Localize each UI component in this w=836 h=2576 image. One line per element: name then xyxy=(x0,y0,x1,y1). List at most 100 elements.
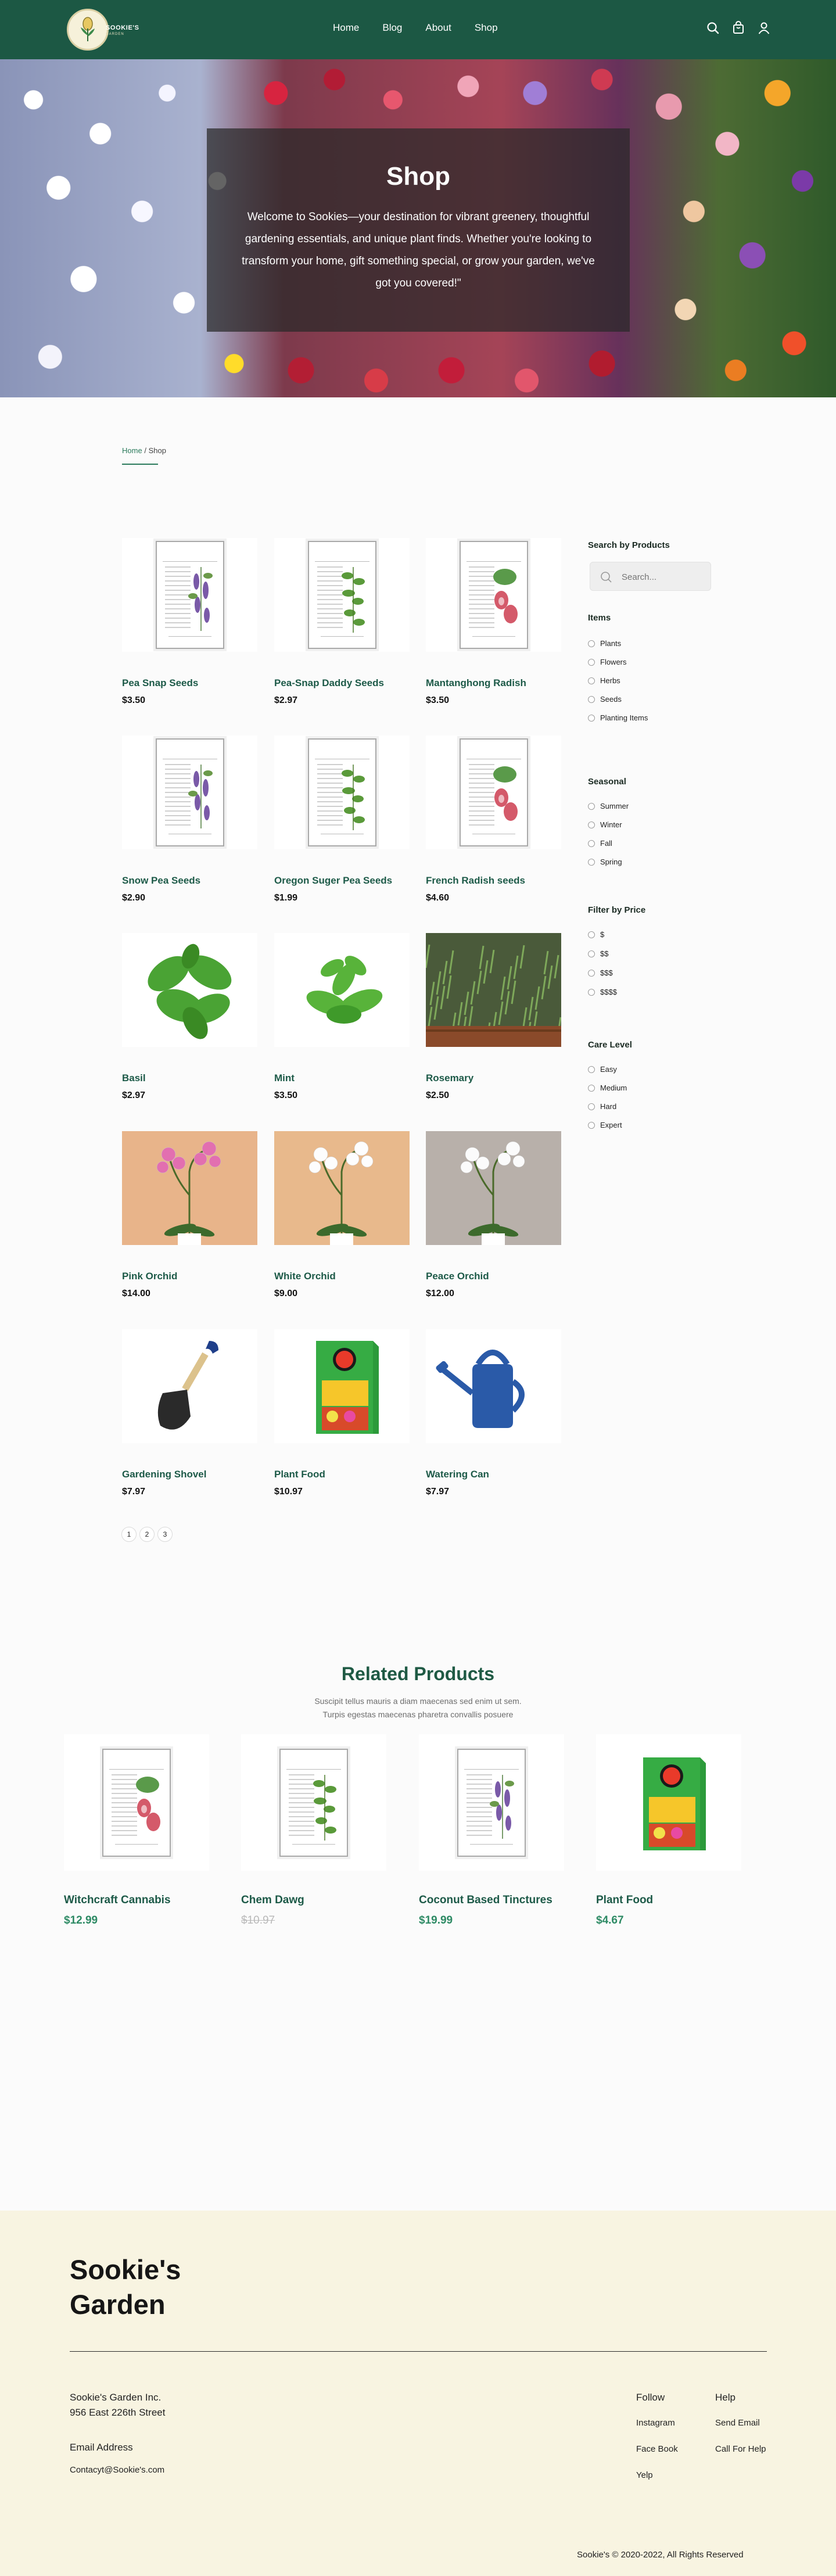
filter-option-seasonal[interactable]: Fall xyxy=(588,839,612,848)
nav-blog[interactable]: Blog xyxy=(382,22,402,34)
cart-icon[interactable] xyxy=(731,21,745,35)
related-product-image[interactable] xyxy=(64,1734,209,1871)
product-image[interactable] xyxy=(122,933,257,1047)
product-card[interactable]: Gardening Shovel $7.97 xyxy=(122,1329,257,1497)
filter-option-items[interactable]: Flowers xyxy=(588,658,627,666)
product-name[interactable]: Plant Food xyxy=(274,1469,325,1480)
product-name[interactable]: Mint xyxy=(274,1072,295,1084)
filter-option-care[interactable]: Easy xyxy=(588,1065,617,1074)
product-name[interactable]: Mantanghong Radish xyxy=(426,677,526,689)
radio-button[interactable] xyxy=(588,1065,595,1073)
product-card[interactable]: White Orchid $9.00 xyxy=(274,1131,410,1298)
radio-button[interactable] xyxy=(588,931,595,938)
product-image[interactable] xyxy=(122,1131,257,1245)
filter-option-care[interactable]: Medium xyxy=(588,1084,627,1092)
nav-shop[interactable]: Shop xyxy=(475,22,498,34)
filter-option-care[interactable]: Expert xyxy=(588,1121,622,1129)
filter-option-seasonal[interactable]: Summer xyxy=(588,802,629,810)
radio-button[interactable] xyxy=(588,1121,595,1129)
nav-about[interactable]: About xyxy=(425,22,451,34)
product-name[interactable]: Basil xyxy=(122,1072,146,1084)
product-name[interactable]: Gardening Shovel xyxy=(122,1469,206,1480)
product-image[interactable] xyxy=(426,933,561,1047)
product-card[interactable]: Rosemary $2.50 xyxy=(426,933,561,1100)
product-name[interactable]: Pea Snap Seeds xyxy=(122,677,198,689)
product-image[interactable] xyxy=(274,1131,410,1245)
product-card[interactable]: Pea-Snap Daddy Seeds $2.97 xyxy=(274,538,410,705)
radio-button[interactable] xyxy=(588,950,595,957)
product-image[interactable] xyxy=(274,933,410,1047)
product-name[interactable]: Watering Can xyxy=(426,1469,489,1480)
product-card[interactable]: Pea Snap Seeds $3.50 xyxy=(122,538,257,705)
product-card[interactable]: Mint $3.50 xyxy=(274,933,410,1100)
filter-option-items[interactable]: Seeds xyxy=(588,695,622,704)
search-input[interactable] xyxy=(622,569,703,584)
related-product-image[interactable] xyxy=(419,1734,564,1871)
footer-link-yelp[interactable]: Yelp xyxy=(636,2470,653,2480)
footer-link-send-email[interactable]: Send Email xyxy=(715,2418,760,2428)
user-icon[interactable] xyxy=(757,21,771,35)
filter-option-items[interactable]: Plants xyxy=(588,639,621,648)
product-card[interactable]: Pink Orchid $14.00 xyxy=(122,1131,257,1298)
radio-button[interactable] xyxy=(588,658,595,666)
filter-option-price[interactable]: $ xyxy=(588,930,604,939)
page-3-button[interactable]: 3 xyxy=(157,1527,173,1542)
product-name[interactable]: Oregon Suger Pea Seeds xyxy=(274,875,392,887)
filter-option-price[interactable]: $$$$ xyxy=(588,988,617,996)
product-name[interactable]: Pink Orchid xyxy=(122,1271,177,1282)
radio-button[interactable] xyxy=(588,821,595,828)
radio-button[interactable] xyxy=(588,677,595,684)
page-1-button[interactable]: 1 xyxy=(121,1527,137,1542)
related-product-image[interactable] xyxy=(241,1734,386,1871)
product-name[interactable]: Pea-Snap Daddy Seeds xyxy=(274,677,384,689)
search-icon[interactable] xyxy=(706,21,720,35)
product-name[interactable]: Snow Pea Seeds xyxy=(122,875,200,887)
product-image[interactable] xyxy=(426,538,561,652)
footer-link-call-help[interactable]: Call For Help xyxy=(715,2444,766,2454)
radio-button[interactable] xyxy=(588,714,595,722)
related-product-card[interactable]: Witchcraft Cannabis $12.99 xyxy=(64,1734,209,1926)
radio-button[interactable] xyxy=(588,839,595,847)
product-name[interactable]: Peace Orchid xyxy=(426,1271,489,1282)
related-product-card[interactable]: Plant Food $4.67 xyxy=(596,1734,741,1926)
search-box[interactable] xyxy=(590,562,711,591)
footer-link-instagram[interactable]: Instagram xyxy=(636,2418,675,2428)
filter-option-items[interactable]: Planting Items xyxy=(588,713,648,722)
product-card[interactable]: Basil $2.97 xyxy=(122,933,257,1100)
filter-option-seasonal[interactable]: Winter xyxy=(588,820,622,829)
product-name[interactable]: Rosemary xyxy=(426,1072,473,1084)
product-card[interactable]: Peace Orchid $12.00 xyxy=(426,1131,561,1298)
filter-option-seasonal[interactable]: Spring xyxy=(588,858,622,866)
product-card[interactable]: Mantanghong Radish $3.50 xyxy=(426,538,561,705)
product-card[interactable]: Snow Pea Seeds $2.90 xyxy=(122,736,257,903)
related-product-card[interactable]: Coconut Based Tinctures $19.99 xyxy=(419,1734,564,1926)
product-image[interactable] xyxy=(122,736,257,849)
radio-button[interactable] xyxy=(588,858,595,866)
product-image[interactable] xyxy=(426,1131,561,1245)
radio-button[interactable] xyxy=(588,695,595,703)
logo[interactable] xyxy=(67,9,109,51)
related-product-card[interactable]: Chem Dawg $10.97 xyxy=(241,1734,386,1926)
related-product-image[interactable] xyxy=(596,1734,741,1871)
nav-home[interactable]: Home xyxy=(333,22,359,34)
footer-link-facebook[interactable]: Face Book xyxy=(636,2444,678,2454)
breadcrumb-home[interactable]: Home xyxy=(122,446,142,455)
radio-button[interactable] xyxy=(588,640,595,647)
product-image[interactable] xyxy=(274,736,410,849)
product-name[interactable]: White Orchid xyxy=(274,1271,336,1282)
product-card[interactable]: Plant Food $10.97 xyxy=(274,1329,410,1497)
filter-option-items[interactable]: Herbs xyxy=(588,676,620,685)
product-image[interactable] xyxy=(426,1329,561,1443)
product-image[interactable] xyxy=(426,736,561,849)
filter-option-price[interactable]: $$$ xyxy=(588,968,613,977)
product-card[interactable]: Watering Can $7.97 xyxy=(426,1329,561,1497)
product-image[interactable] xyxy=(274,538,410,652)
related-product-name[interactable]: Coconut Based Tinctures xyxy=(419,1894,552,1907)
product-card[interactable]: French Radish seeds $4.60 xyxy=(426,736,561,903)
product-image[interactable] xyxy=(122,538,257,652)
filter-option-price[interactable]: $$ xyxy=(588,949,608,958)
radio-button[interactable] xyxy=(588,969,595,977)
product-card[interactable]: Oregon Suger Pea Seeds $1.99 xyxy=(274,736,410,903)
related-product-name[interactable]: Chem Dawg xyxy=(241,1894,304,1907)
related-product-name[interactable]: Plant Food xyxy=(596,1894,653,1907)
